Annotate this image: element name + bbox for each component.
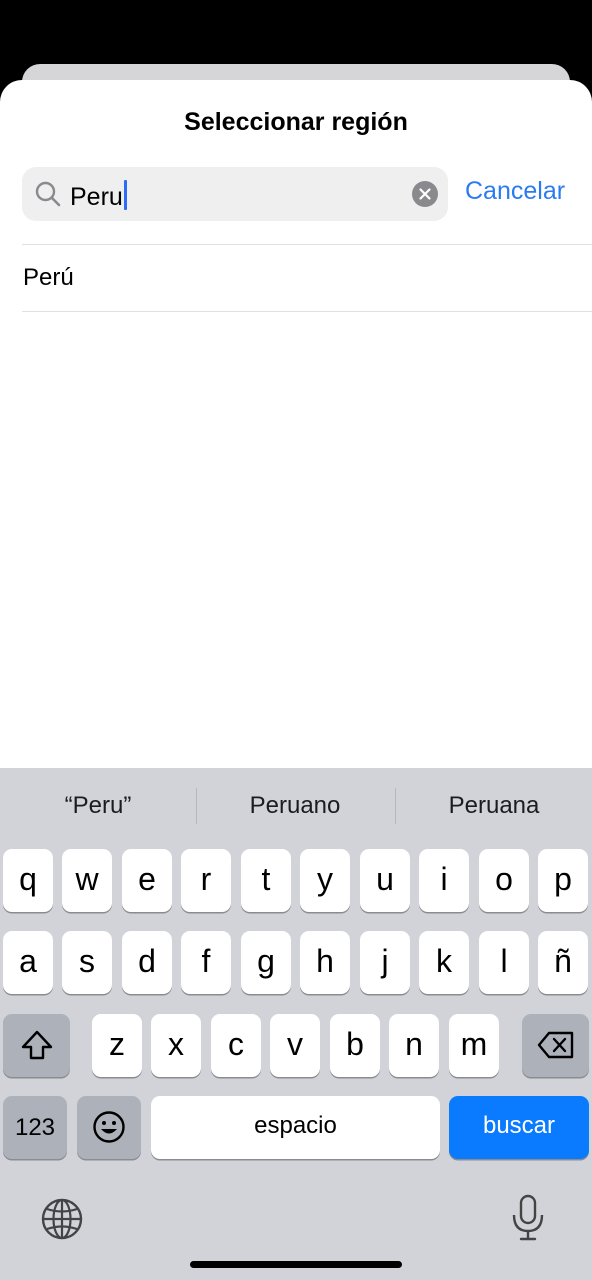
key-a[interactable]: a <box>3 931 53 994</box>
shift-icon <box>21 1030 52 1060</box>
key-q[interactable]: q <box>3 849 53 912</box>
key-y[interactable]: y <box>300 849 350 912</box>
key-e[interactable]: e <box>122 849 172 912</box>
key-z[interactable]: z <box>92 1014 142 1077</box>
cancel-button[interactable]: Cancelar <box>465 177 565 206</box>
home-indicator <box>190 1261 402 1268</box>
key-p[interactable]: p <box>538 849 588 912</box>
space-key[interactable]: espacio <box>151 1096 440 1159</box>
divider <box>22 311 592 312</box>
divider <box>22 244 592 245</box>
key-m[interactable]: m <box>449 1014 499 1077</box>
key-k[interactable]: k <box>419 931 469 994</box>
search-icon <box>34 180 62 208</box>
result-item[interactable]: Perú <box>23 264 74 292</box>
key-h[interactable]: h <box>300 931 350 994</box>
key-d[interactable]: d <box>122 931 172 994</box>
key-n[interactable]: n <box>389 1014 439 1077</box>
key-f[interactable]: f <box>181 931 231 994</box>
sheet-title: Seleccionar región <box>184 108 408 136</box>
key-s[interactable]: s <box>62 931 112 994</box>
key-v[interactable]: v <box>270 1014 320 1077</box>
key-o[interactable]: o <box>479 849 529 912</box>
emoji-key[interactable] <box>77 1096 141 1159</box>
key-i[interactable]: i <box>419 849 469 912</box>
search-input[interactable]: Peru <box>70 180 127 211</box>
numbers-key[interactable]: 123 <box>3 1096 67 1159</box>
suggestion-3[interactable]: Peruana <box>396 792 592 820</box>
clear-icon[interactable] <box>412 181 438 207</box>
microphone-icon[interactable] <box>508 1193 548 1243</box>
globe-icon[interactable] <box>40 1197 84 1241</box>
backspace-icon <box>537 1031 573 1059</box>
key-x[interactable]: x <box>151 1014 201 1077</box>
search-key[interactable]: buscar <box>449 1096 589 1159</box>
key-g[interactable]: g <box>241 931 291 994</box>
key-j[interactable]: j <box>360 931 410 994</box>
key-w[interactable]: w <box>62 849 112 912</box>
keyboard: “Peru” Peruano Peruana q w e r t y u i o… <box>0 768 592 1280</box>
text-caret <box>123 180 127 210</box>
key-u[interactable]: u <box>360 849 410 912</box>
suggestion-2[interactable]: Peruano <box>197 792 393 820</box>
key-r[interactable]: r <box>181 849 231 912</box>
key-t[interactable]: t <box>241 849 291 912</box>
key-c[interactable]: c <box>211 1014 261 1077</box>
key-l[interactable]: l <box>479 931 529 994</box>
shift-key[interactable] <box>3 1014 70 1077</box>
search-field[interactable]: Peru <box>22 167 448 221</box>
key-n-tilde[interactable]: ñ <box>538 931 588 994</box>
emoji-icon <box>93 1111 125 1143</box>
delete-key[interactable] <box>522 1014 589 1077</box>
suggestion-1[interactable]: “Peru” <box>0 792 196 820</box>
key-b[interactable]: b <box>330 1014 380 1077</box>
